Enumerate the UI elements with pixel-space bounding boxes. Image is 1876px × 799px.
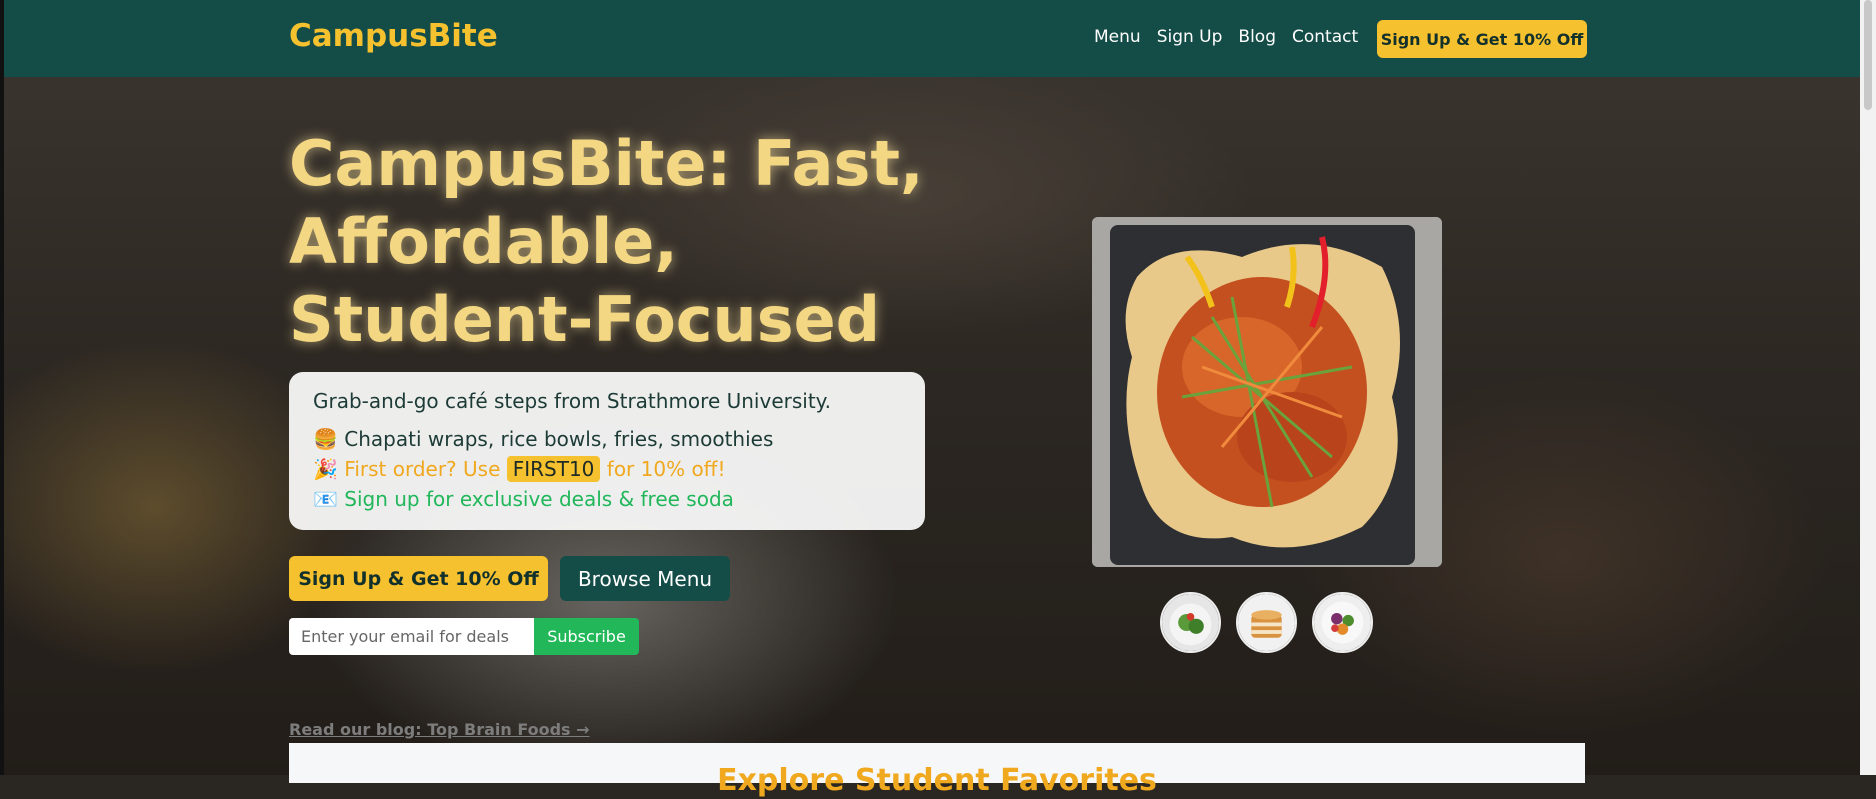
nav-links: Menu Sign Up Blog Contact bbox=[1094, 27, 1358, 47]
nav-link-menu[interactable]: Menu bbox=[1094, 27, 1141, 47]
promo-text-after: for 10% off! bbox=[606, 457, 726, 481]
nav-signup-discount-button[interactable]: Sign Up & Get 10% Off bbox=[1377, 20, 1587, 58]
blog-link[interactable]: Read our blog: Top Brain Foods → bbox=[289, 720, 590, 739]
menu-highlight-text: Chapati wraps, rice bowls, fries, smooth… bbox=[344, 427, 774, 451]
burger-icon: 🍔 bbox=[313, 427, 338, 451]
scrollbar-thumb[interactable] bbox=[1864, 0, 1872, 110]
party-popper-icon: 🎉 bbox=[313, 457, 338, 481]
nav-link-sign-up[interactable]: Sign Up bbox=[1157, 27, 1223, 47]
hero-title: CampusBite: Fast, Affordable, Student-Fo… bbox=[289, 127, 924, 356]
promo-text-before: First order? Use bbox=[344, 457, 501, 481]
nav-link-blog[interactable]: Blog bbox=[1238, 27, 1276, 47]
student-favorites-section: Explore Student Favorites bbox=[289, 743, 1585, 798]
window-left-edge bbox=[0, 0, 4, 775]
email-icon: 📧 bbox=[313, 487, 338, 511]
signup-discount-button[interactable]: Sign Up & Get 10% Off bbox=[289, 556, 548, 601]
promo-line: 🎉 First order? Use FIRST10 for 10% off! bbox=[313, 454, 901, 484]
nav-link-contact[interactable]: Contact bbox=[1292, 27, 1358, 47]
thumbnail-gallery bbox=[1160, 592, 1373, 653]
section-title: Explore Student Favorites bbox=[717, 763, 1157, 798]
featured-dish-illustration bbox=[1092, 217, 1442, 567]
hero-info-card: Grab-and-go café steps from Strathmore U… bbox=[289, 372, 925, 530]
signup-perk-line: 📧 Sign up for exclusive deals & free sod… bbox=[313, 484, 901, 514]
email-input[interactable] bbox=[289, 618, 534, 655]
featured-dish-image bbox=[1092, 217, 1442, 567]
signup-perk-text: Sign up for exclusive deals & free soda bbox=[344, 487, 734, 511]
thumbnail-salad[interactable] bbox=[1160, 592, 1221, 653]
thumbnail-cake[interactable] bbox=[1236, 592, 1297, 653]
navbar: CampusBite Menu Sign Up Blog Contact Sig… bbox=[4, 0, 1860, 77]
thumbnail-veggie-bowl[interactable] bbox=[1312, 592, 1373, 653]
promo-code-badge: FIRST10 bbox=[506, 456, 601, 482]
tagline: Grab-and-go café steps from Strathmore U… bbox=[313, 389, 832, 413]
logo[interactable]: CampusBite bbox=[289, 18, 498, 54]
browse-menu-button[interactable]: Browse Menu bbox=[560, 556, 730, 601]
scrollbar[interactable] bbox=[1860, 0, 1876, 775]
subscribe-button[interactable]: Subscribe bbox=[534, 618, 639, 655]
menu-highlight-line: 🍔 Chapati wraps, rice bowls, fries, smoo… bbox=[313, 424, 901, 454]
